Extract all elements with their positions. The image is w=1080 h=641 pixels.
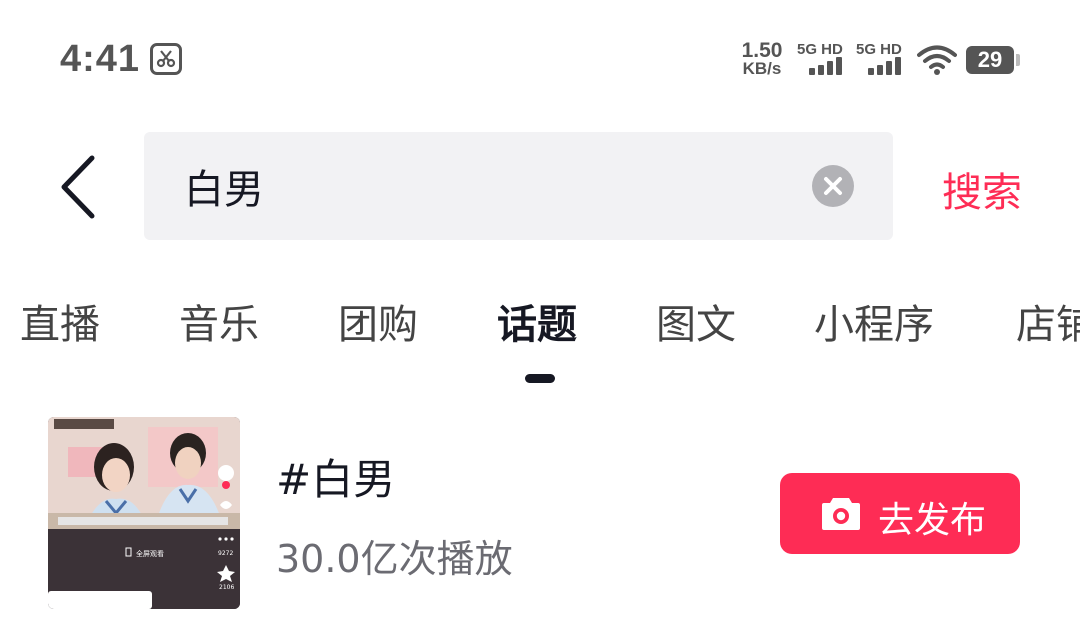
network-speed: 1.50 KB/s xyxy=(738,39,786,78)
signal-sim1-icon: 5G HD xyxy=(797,41,847,77)
signal-sim2-icon: 5G HD xyxy=(856,41,906,77)
tab-live[interactable]: 直播 xyxy=(20,292,100,350)
tab-group-buy[interactable]: 团购 xyxy=(338,292,418,350)
tab-image-text[interactable]: 图文 xyxy=(656,292,736,350)
topic-title[interactable]: #白男 xyxy=(276,446,395,507)
publish-label: 去发布 xyxy=(878,500,987,541)
battery-level: 29 xyxy=(977,47,1003,72)
sim2-label: 5G HD xyxy=(856,41,902,58)
network-speed-unit: KB/s xyxy=(742,59,782,78)
network-speed-value: 1.50 xyxy=(741,39,783,62)
battery-icon: 29 xyxy=(966,46,1020,74)
thumbnail-overlay-text: 全屏观看 xyxy=(136,549,164,558)
sim1-label: 5G HD xyxy=(797,41,843,58)
search-input[interactable] xyxy=(184,154,784,218)
thumbnail-like-count: 9272 xyxy=(218,550,233,557)
active-tab-indicator xyxy=(525,374,555,383)
tab-music[interactable]: 音乐 xyxy=(179,292,259,350)
status-time: 4:41 xyxy=(60,38,141,80)
scissors-icon xyxy=(150,43,182,75)
clear-icon[interactable] xyxy=(812,165,854,207)
tab-topics[interactable]: 话题 xyxy=(497,292,577,350)
back-button[interactable] xyxy=(56,152,104,222)
publish-button[interactable]: 去发布 xyxy=(780,473,1020,554)
tab-shops[interactable]: 店铺 xyxy=(1016,292,1080,350)
thumbnail-favorite-count: 2106 xyxy=(219,584,234,591)
search-button[interactable]: 搜索 xyxy=(942,160,1022,218)
wifi-icon xyxy=(917,44,957,76)
tab-mini-programs[interactable]: 小程序 xyxy=(814,292,934,350)
camera-icon xyxy=(822,498,860,530)
video-thumbnail-image: 全屏观看 9272 2106 xyxy=(48,417,240,609)
topic-thumbnail[interactable]: 全屏观看 9272 2106 xyxy=(48,417,240,609)
search-box xyxy=(144,132,893,240)
topic-view-count: 30.0亿次播放 xyxy=(276,537,513,581)
back-arrow-icon xyxy=(61,155,95,219)
